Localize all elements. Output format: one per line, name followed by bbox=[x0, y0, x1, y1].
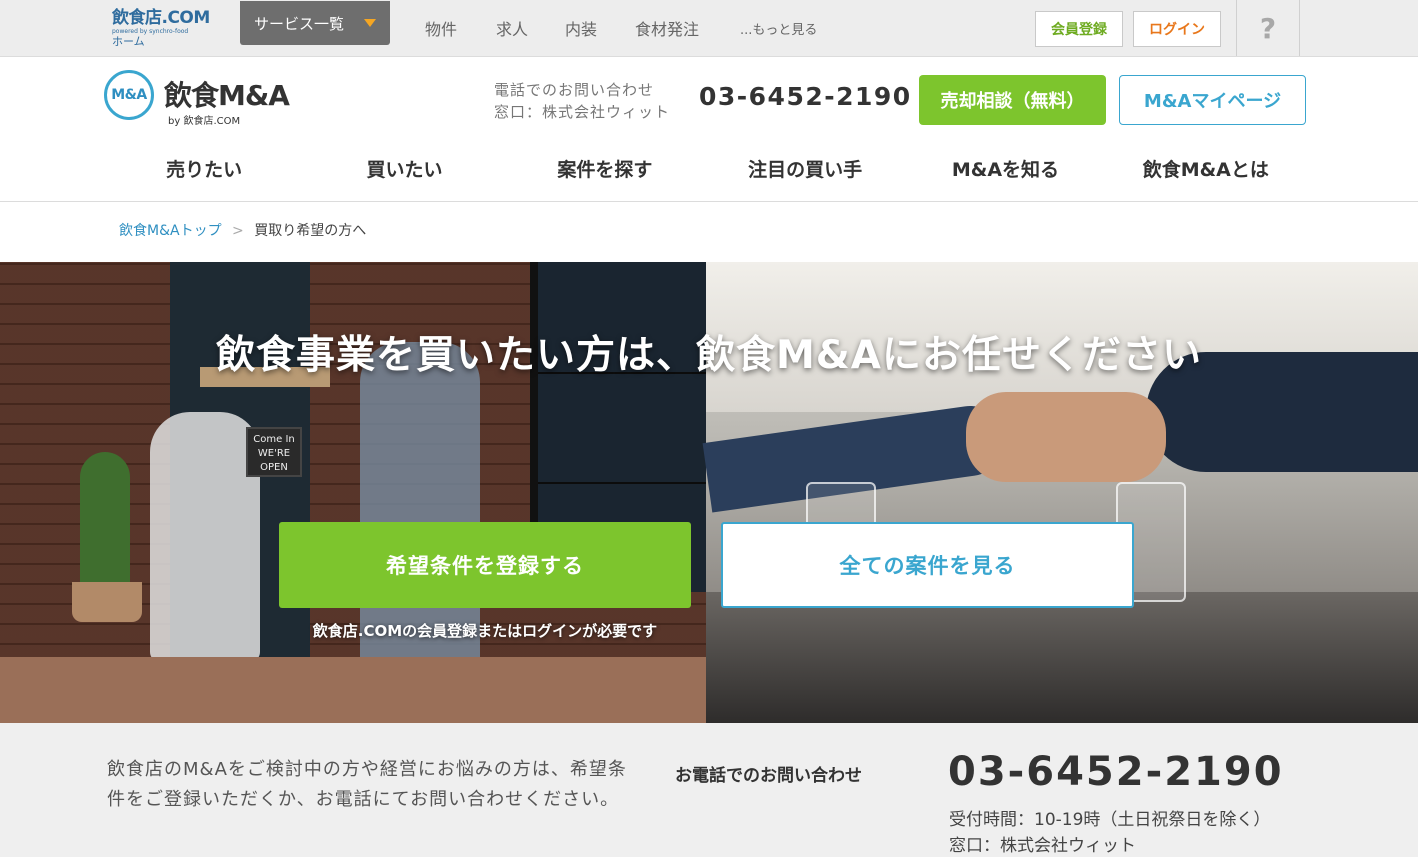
nav-item-learn-ma[interactable]: M&Aを知る bbox=[905, 150, 1105, 190]
hero-banner: Come In WE'RE OPEN 飲食事業を買いたい方は、飲食M&Aにお任せ… bbox=[0, 262, 1418, 723]
sidewalk bbox=[0, 657, 706, 723]
window-pane-divider bbox=[538, 482, 706, 484]
person-hanging-sign bbox=[150, 412, 260, 662]
nav-divider bbox=[0, 201, 1418, 202]
view-all-deals-button[interactable]: 全ての案件を見る bbox=[721, 522, 1134, 608]
potted-plant bbox=[80, 452, 130, 602]
global-nav: 売りたい 買いたい 案件を探す 注目の買い手 M&Aを知る 飲食M&Aとは bbox=[104, 150, 1306, 190]
nav-item-about[interactable]: 飲食M&Aとは bbox=[1106, 150, 1306, 190]
nav-item-sell[interactable]: 売りたい bbox=[104, 150, 304, 190]
topbar-link-interior[interactable]: 内装 bbox=[565, 16, 597, 40]
info-description: 飲食店のM&Aをご検討中の方や経営にお悩みの方は、希望条件をご登録いただくか、お… bbox=[107, 759, 627, 810]
business-hours: 受付時間：10-19時（土日祝祭日を除く） 窓口：株式会社ウィット bbox=[949, 807, 1270, 857]
info-phone-number: 03-6452-2190 bbox=[948, 749, 1284, 795]
breadcrumb: 飲食M&Aトップ > 買取り希望の方へ bbox=[119, 220, 366, 240]
inshokuten-logo-tagline: powered by synchro-food bbox=[112, 28, 189, 35]
topbar-link-property[interactable]: 物件 bbox=[425, 16, 457, 40]
ma-logo-mark: M&A bbox=[111, 87, 147, 103]
nav-item-featured-buyers[interactable]: 注目の買い手 bbox=[705, 150, 905, 190]
login-required-note: 飲食店.COMの会員登録またはログインが必要です bbox=[312, 622, 658, 640]
brand-byline: by 飲食店.COM bbox=[168, 116, 241, 127]
nav-item-buy[interactable]: 買いたい bbox=[304, 150, 504, 190]
register-conditions-button[interactable]: 希望条件を登録する bbox=[279, 522, 691, 608]
caret-down-icon bbox=[364, 19, 376, 27]
header-phone-number: 03-6452-2190 bbox=[699, 82, 912, 111]
plant-pot bbox=[72, 582, 142, 622]
contact-info-band: 飲食店のM&Aをご検討中の方や経営にお悩みの方は、希望条件をご登録いただくか、お… bbox=[0, 723, 1418, 857]
brand-name: 飲食M&A bbox=[164, 79, 290, 112]
ma-mypage-button[interactable]: M&Aマイページ bbox=[1119, 75, 1306, 125]
home-link-label: ホーム bbox=[112, 35, 145, 48]
login-button[interactable]: ログイン bbox=[1133, 11, 1221, 47]
hero-title: 飲食事業を買いたい方は、飲食M&Aにお任せください bbox=[215, 333, 1202, 378]
topbar-link-ingredients[interactable]: 食材発注 bbox=[635, 16, 699, 40]
services-dropdown-button[interactable]: サービス一覧 bbox=[240, 1, 390, 45]
service-topbar: 飲食店.COM powered by synchro-food ホーム サービス… bbox=[0, 0, 1418, 57]
ma-logo-icon: M&A bbox=[104, 70, 154, 120]
help-icon: ? bbox=[1259, 11, 1277, 45]
help-button[interactable]: ? bbox=[1236, 0, 1300, 56]
site-logo[interactable]: M&A 飲食M&A by 飲食店.COM bbox=[104, 70, 304, 130]
business-hours-text: 受付時間：10-19時（土日祝祭日を除く） bbox=[949, 810, 1271, 830]
handshake bbox=[966, 392, 1166, 482]
contact-line-phone: 電話でのお問い合わせ bbox=[494, 81, 655, 99]
restaurant-table bbox=[706, 592, 1418, 723]
inshokuten-home-logo[interactable]: 飲食店.COM powered by synchro-food ホーム bbox=[112, 8, 222, 50]
breadcrumb-home-link[interactable]: 飲食M&Aトップ bbox=[119, 223, 222, 239]
contact-desk-text: 窓口：株式会社ウィット bbox=[949, 836, 1136, 856]
phone-inquiry-label: お電話でのお問い合わせ bbox=[675, 766, 862, 786]
topbar-link-more[interactable]: ...もっと見る bbox=[740, 19, 817, 38]
open-sign: Come In WE'RE OPEN bbox=[246, 427, 302, 477]
nav-item-search-deals[interactable]: 案件を探す bbox=[505, 150, 705, 190]
register-button[interactable]: 会員登録 bbox=[1035, 11, 1123, 47]
contact-line-desk: 窓口：株式会社ウィット bbox=[494, 103, 671, 121]
breadcrumb-current: 買取り希望の方へ bbox=[254, 223, 367, 239]
inshokuten-logo-text: 飲食店.COM bbox=[112, 8, 210, 28]
services-dropdown-label: サービス一覧 bbox=[254, 14, 345, 33]
breadcrumb-separator: > bbox=[232, 223, 244, 239]
topbar-link-jobs[interactable]: 求人 bbox=[496, 16, 528, 40]
header-contact-label: 電話でのお問い合わせ 窓口：株式会社ウィット bbox=[494, 79, 670, 123]
sell-consultation-button[interactable]: 売却相談（無料） bbox=[919, 75, 1106, 125]
